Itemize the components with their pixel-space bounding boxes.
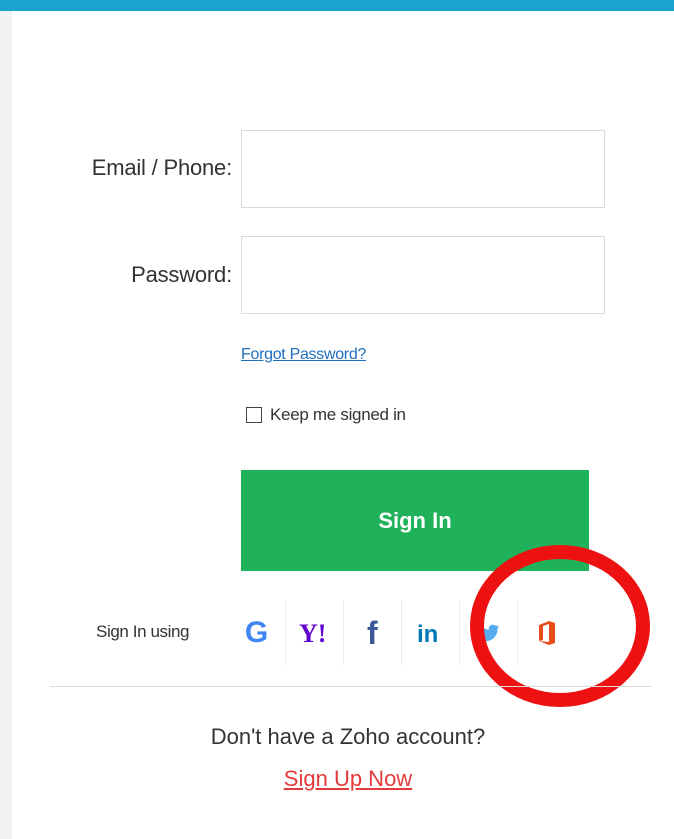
highlight-circle: [470, 545, 650, 707]
divider: [50, 686, 652, 687]
linkedin-icon[interactable]: in: [402, 600, 460, 665]
google-icon[interactable]: G: [228, 600, 286, 665]
no-account-text: Don't have a Zoho account?: [210, 724, 486, 749]
sign-in-using-label: Sign In using: [96, 622, 190, 641]
left-edge-shade: [0, 11, 12, 839]
password-field[interactable]: [241, 236, 605, 314]
svg-text:Y!: Y!: [299, 619, 326, 648]
email-label: Email / Phone:: [91, 155, 232, 180]
facebook-icon[interactable]: f: [344, 600, 402, 665]
sign-up-link[interactable]: Sign Up Now: [0, 766, 674, 792]
forgot-password-link[interactable]: Forgot Password?: [241, 346, 366, 364]
password-label: Password:: [131, 262, 232, 287]
yahoo-icon[interactable]: Y!: [286, 600, 344, 665]
email-field[interactable]: [241, 130, 605, 208]
svg-text:in: in: [417, 621, 438, 648]
keep-signed-in-label: Keep me signed in: [270, 405, 406, 424]
top-accent-bar: [0, 0, 674, 11]
keep-signed-in-option[interactable]: Keep me signed in: [246, 405, 406, 425]
keep-signed-in-checkbox[interactable]: [246, 407, 262, 423]
svg-text:f: f: [367, 617, 378, 649]
